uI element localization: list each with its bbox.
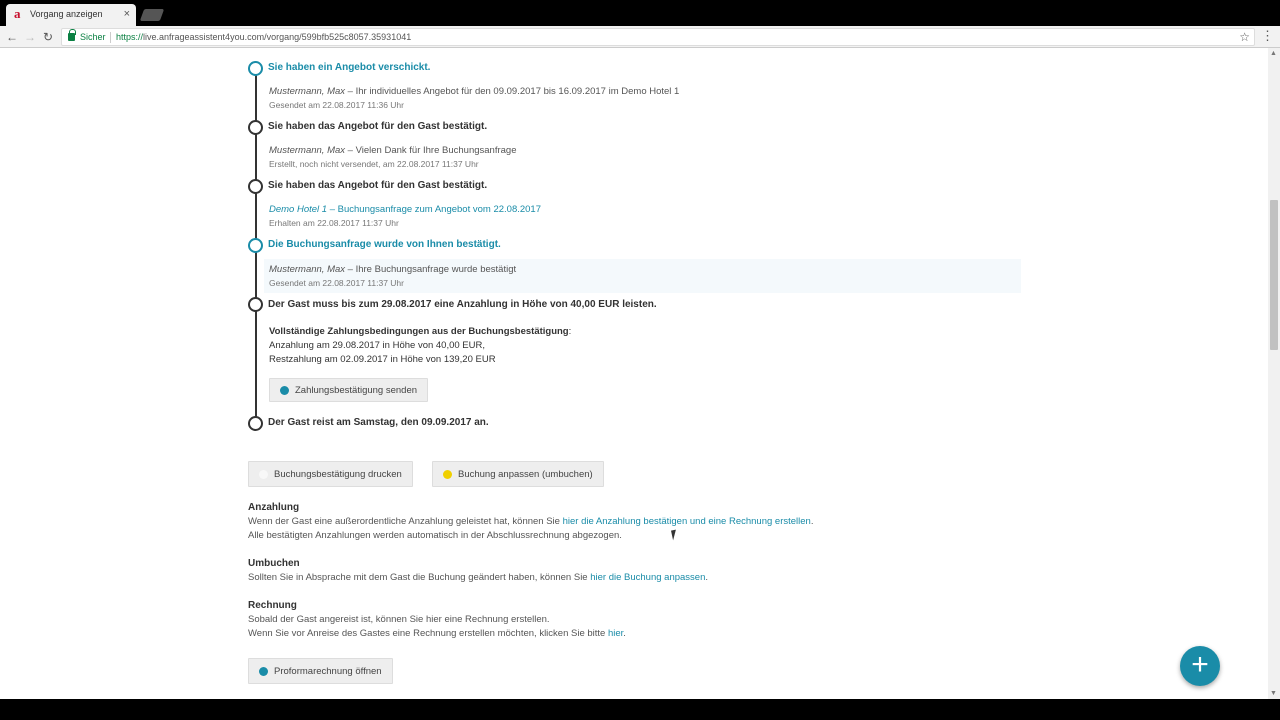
event-meta: Gesendet am 22.08.2017 11:36 Uhr — [269, 100, 404, 110]
payment-terms-heading: Vollständige Zahlungsbedingungen aus der… — [269, 326, 571, 337]
event-title: Sie haben das Angebot für den Gast bestä… — [268, 121, 488, 132]
event-title: Sie haben das Angebot für den Gast bestä… — [268, 180, 488, 191]
anzahlung-text: Wenn der Gast eine außerordentliche Anza… — [248, 516, 813, 527]
message-subject: – Ihr individuelles Angebot für den 09.0… — [345, 86, 680, 97]
message-sender: Mustermann, Max — [269, 145, 346, 156]
anzahlung-heading: Anzahlung — [248, 502, 300, 513]
browser-menu-icon[interactable]: ⋮ — [1261, 28, 1274, 44]
lock-icon — [68, 29, 76, 41]
message-subject: – Buchungsanfrage zum Angebot vom 22.08.… — [327, 204, 541, 215]
timeline-node — [248, 297, 263, 312]
event-title: Der Gast reist am Samstag, den 09.09.201… — [268, 417, 489, 428]
event-meta: Gesendet am 22.08.2017 11:37 Uhr — [269, 278, 404, 288]
divider — [110, 32, 111, 43]
timeline-node — [248, 120, 263, 135]
tab-bar: a Vorgang anzeigen × — [0, 0, 1280, 26]
teal-dot-icon — [280, 385, 289, 395]
rechnung-text-2: Wenn Sie vor Anreise des Gastes eine Rec… — [248, 628, 626, 639]
event-meta: Erstellt, noch nicht versendet, am 22.08… — [269, 159, 479, 169]
url-scheme: https:// — [116, 32, 144, 42]
url-rest: live.anfrageassistent4you.com/vorgang/59… — [143, 32, 412, 42]
add-fab-button[interactable]: + — [1180, 646, 1220, 686]
button-label: Buchung anpassen (umbuchen) — [458, 468, 593, 480]
rechnung-heading: Rechnung — [248, 600, 297, 611]
scrollbar-thumb[interactable] — [1270, 200, 1278, 350]
text: Wenn der Gast eine außerordentliche Anza… — [248, 516, 563, 527]
secure-label: Sicher — [80, 32, 106, 42]
message-subject: – Ihre Buchungsanfrage wurde bestätigt — [345, 264, 517, 275]
url-text[interactable]: https://live.anfrageassistent4you.com/vo… — [116, 32, 411, 42]
back-arrow-icon[interactable]: ← — [4, 29, 20, 45]
mouse-cursor-icon — [671, 529, 678, 541]
browser-toolbar: ← → ↻ Sicher https://live.anfrageassiste… — [0, 26, 1280, 48]
text: . — [623, 628, 626, 639]
create-invoice-link[interactable]: hier — [608, 628, 623, 639]
payment-line-1: Anzahlung am 29.08.2017 in Höhe von 40,0… — [269, 340, 486, 351]
timeline-node — [248, 179, 263, 194]
print-confirmation-button[interactable]: Buchungsbestätigung drucken — [248, 461, 413, 487]
scroll-down-icon[interactable]: ▼ — [1270, 690, 1277, 697]
timeline-node — [248, 416, 263, 431]
button-label: Zahlungsbestätigung senden — [295, 384, 418, 396]
open-proforma-invoice-button[interactable]: Proformarechnung öffnen — [248, 658, 393, 684]
payment-heading-colon: : — [568, 326, 572, 337]
white-dot-icon — [259, 469, 268, 479]
umbuchen-text: Sollten Sie in Absprache mit dem Gast di… — [248, 572, 708, 583]
confirm-deposit-link[interactable]: hier die Anzahlung bestätigen und eine R… — [563, 516, 811, 527]
button-label: Proformarechnung öffnen — [274, 665, 382, 677]
rechnung-text: Sobald der Gast angereist ist, können Si… — [248, 614, 550, 625]
message-subject: – Vielen Dank für Ihre Buchungsanfrage — [345, 145, 517, 156]
event-title: Sie haben ein Angebot verschickt. — [268, 62, 431, 73]
tab-title: Vorgang anzeigen — [30, 9, 103, 19]
timeline-node — [248, 61, 263, 76]
button-label: Buchungsbestätigung drucken — [274, 468, 402, 480]
bottom-bar — [0, 699, 1280, 720]
close-tab-icon[interactable]: × — [124, 7, 130, 21]
send-payment-confirmation-button[interactable]: Zahlungsbestätigung senden — [269, 378, 429, 402]
event-message[interactable]: Mustermann, Max – Ihre Buchungsanfrage w… — [269, 264, 516, 275]
scroll-up-icon[interactable]: ▲ — [1270, 50, 1277, 57]
reload-icon[interactable]: ↻ — [40, 29, 56, 45]
payment-line-2: Restzahlung am 02.09.2017 in Höhe von 13… — [269, 354, 496, 365]
new-tab-button[interactable] — [139, 9, 165, 21]
message-sender: Mustermann, Max — [269, 86, 346, 97]
event-meta: Erhalten am 22.08.2017 11:37 Uhr — [269, 218, 399, 228]
text: Wenn Sie vor Anreise des Gastes eine Rec… — [248, 628, 608, 639]
text: . — [810, 516, 814, 527]
teal-dot-icon — [259, 666, 268, 676]
address-bar[interactable]: Sicher https://live.anfrageassistent4you… — [61, 28, 1255, 46]
forward-arrow-icon[interactable]: → — [22, 29, 38, 45]
message-sender: Mustermann, Max — [269, 264, 346, 275]
text: Sollten Sie in Absprache mit dem Gast di… — [248, 572, 591, 583]
page-content: Sie haben ein Angebot verschickt. Muster… — [0, 48, 1268, 699]
timeline-node — [248, 238, 263, 253]
adjust-booking-link[interactable]: hier die Buchung anpassen — [590, 572, 705, 583]
yellow-dot-icon — [443, 469, 452, 479]
event-title: Die Buchungsanfrage wurde von Ihnen best… — [268, 239, 501, 250]
event-message-link[interactable]: Demo Hotel 1 – Buchungsanfrage zum Angeb… — [269, 204, 541, 215]
payment-heading-text: Vollständige Zahlungsbedingungen aus der… — [269, 326, 569, 337]
anzahlung-note: Alle bestätigten Anzahlungen werden auto… — [248, 530, 622, 541]
umbuchen-heading: Umbuchen — [248, 558, 300, 569]
favicon-icon: a — [14, 6, 21, 21]
event-message[interactable]: Mustermann, Max – Vielen Dank für Ihre B… — [269, 145, 517, 156]
event-title: Der Gast muss bis zum 29.08.2017 eine An… — [268, 299, 657, 310]
text: . — [705, 572, 709, 583]
message-sender: Demo Hotel 1 — [269, 204, 328, 215]
vertical-scrollbar[interactable]: ▲ ▼ — [1268, 48, 1280, 699]
rebook-button[interactable]: Buchung anpassen (umbuchen) — [432, 461, 604, 487]
bookmark-star-icon[interactable]: ☆ — [1239, 30, 1250, 44]
event-message[interactable]: Mustermann, Max – Ihr individuelles Ange… — [269, 86, 679, 97]
browser-tab[interactable]: a Vorgang anzeigen × — [6, 4, 136, 26]
